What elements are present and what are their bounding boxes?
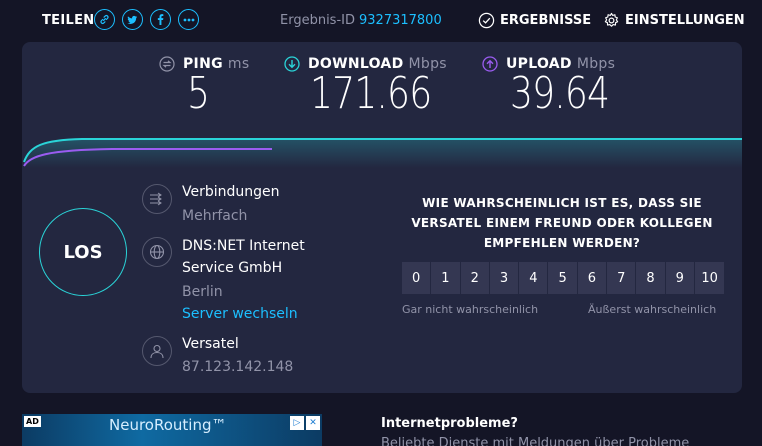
survey-question-line1: WIE WAHRSCHEINLICH IST ES, DASS SIE bbox=[422, 196, 702, 210]
rating-button-4[interactable]: 4 bbox=[519, 262, 549, 294]
more-icon[interactable] bbox=[178, 9, 199, 30]
survey-question: WIE WAHRSCHEINLICH IST ES, DASS SIE VERS… bbox=[402, 193, 722, 253]
isp-name: Versatel bbox=[182, 336, 239, 352]
check-circle-icon bbox=[478, 12, 495, 29]
rating-button-10[interactable]: 10 bbox=[694, 262, 725, 294]
globe-icon bbox=[142, 237, 172, 267]
result-id-link[interactable]: 9327317800 bbox=[359, 13, 442, 28]
server-name-line2: Service GmbH bbox=[182, 260, 283, 276]
rating-button-3[interactable]: 3 bbox=[489, 262, 520, 294]
download-value: 171.66 bbox=[310, 68, 432, 119]
server-location: Berlin bbox=[182, 284, 223, 300]
share-label: TEILEN bbox=[42, 13, 95, 28]
rating-button-7[interactable]: 7 bbox=[607, 262, 637, 294]
rating-scale: 0 1 2 3 4 5 6 7 8 9 10 bbox=[402, 262, 725, 294]
rating-button-9[interactable]: 9 bbox=[665, 262, 695, 294]
rating-button-5[interactable]: 5 bbox=[548, 262, 578, 294]
upload-value: 39.64 bbox=[510, 68, 610, 119]
result-id-label: Ergebnis-ID bbox=[280, 13, 355, 28]
server-name-line1: DNS:NET Internet bbox=[182, 238, 305, 254]
rating-button-6[interactable]: 6 bbox=[577, 262, 608, 294]
rating-button-0[interactable]: 0 bbox=[402, 262, 432, 294]
scale-high-label: Äußerst wahrscheinlich bbox=[588, 303, 717, 316]
facebook-icon[interactable] bbox=[150, 9, 171, 30]
ping-icon bbox=[159, 56, 175, 72]
ad-tag: AD bbox=[24, 416, 41, 427]
isp-ip: 87.123.142.148 bbox=[182, 359, 294, 375]
user-icon bbox=[142, 336, 172, 366]
change-server-link[interactable]: Server wechseln bbox=[182, 306, 298, 322]
rating-button-2[interactable]: 2 bbox=[460, 262, 490, 294]
ping-value: 5 bbox=[187, 68, 210, 119]
ad-info-icon[interactable]: ▷ bbox=[290, 416, 304, 430]
results-button[interactable]: ERGEBNISSE bbox=[478, 12, 591, 29]
issues-title[interactable]: Internetprobleme? bbox=[381, 416, 518, 431]
ping-unit: ms bbox=[227, 56, 250, 72]
connections-value: Mehrfach bbox=[182, 208, 248, 224]
scale-low-label: Gar nicht wahrscheinlich bbox=[402, 303, 539, 316]
survey-question-line3: EMPFEHLEN WERDEN? bbox=[483, 236, 641, 250]
ad-banner[interactable]: AD NeuroRouting™ ▷ ✕ bbox=[22, 414, 322, 446]
results-label: ERGEBNISSE bbox=[500, 13, 592, 28]
go-button[interactable]: LOS bbox=[39, 208, 127, 296]
speed-graph bbox=[23, 138, 742, 168]
rating-button-8[interactable]: 8 bbox=[636, 262, 666, 294]
twitter-icon[interactable] bbox=[122, 9, 143, 30]
survey-question-line2: VERSATEL EINEM FREUND ODER KOLLEGEN bbox=[411, 216, 713, 230]
result-panel: PING ms 5 DOWNLOAD Mbps 171.66 UPLOAD Mb… bbox=[22, 42, 742, 393]
issues-subtitle: Beliebte Dienste mit Meldungen über Prob… bbox=[381, 436, 690, 446]
settings-button[interactable]: EINSTELLUNGEN bbox=[603, 12, 745, 29]
rating-button-1[interactable]: 1 bbox=[431, 262, 461, 294]
connections-title: Verbindungen bbox=[182, 184, 280, 200]
ad-title: NeuroRouting™ bbox=[109, 416, 227, 434]
top-bar: TEILEN Ergebnis-ID 9327317800 ERGEBNISSE… bbox=[0, 0, 762, 42]
connections-icon bbox=[142, 184, 172, 214]
download-icon bbox=[284, 56, 300, 72]
link-icon[interactable] bbox=[94, 9, 115, 30]
ad-close-icon[interactable]: ✕ bbox=[306, 416, 320, 430]
settings-label: EINSTELLUNGEN bbox=[625, 13, 745, 28]
upload-icon bbox=[482, 56, 498, 72]
gear-icon bbox=[604, 12, 619, 27]
download-graph-area bbox=[24, 139, 742, 168]
